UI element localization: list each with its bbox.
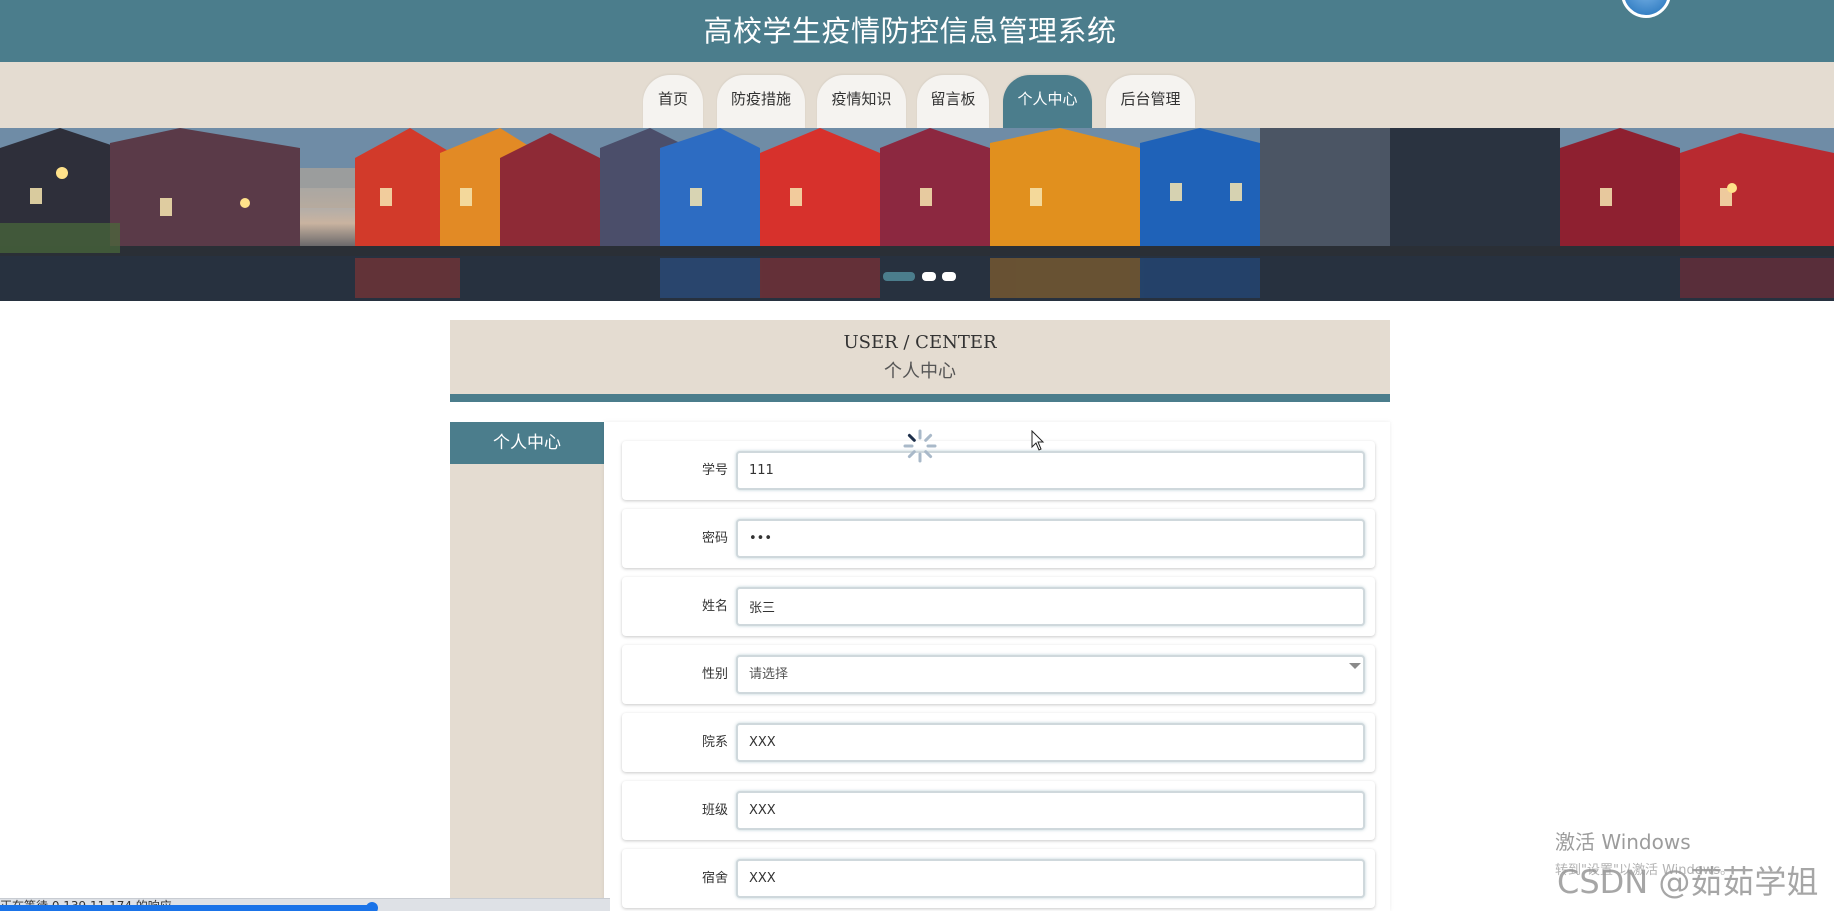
carousel-dot[interactable] [883, 272, 915, 281]
nav-item-admin[interactable]: 后台管理 [1106, 75, 1195, 128]
windows-activation-title: 激活 Windows [1555, 830, 1691, 854]
dormitory-input[interactable] [736, 859, 1365, 898]
banner-image [0, 128, 1834, 301]
field-label: 姓名 [701, 599, 728, 614]
nav-bar: 首页 防疫措施 疫情知识 留言板 个人中心 后台管理 [0, 62, 1834, 128]
load-progress-bar [0, 905, 372, 911]
nav-item-home[interactable]: 首页 [643, 75, 703, 128]
field-label: 密码 [701, 531, 728, 546]
name-input[interactable] [736, 587, 1365, 626]
sidebar-item-user-center[interactable]: 个人中心 [450, 422, 604, 464]
nav-item-prevention[interactable]: 防疫措施 [717, 75, 805, 128]
form-row-department: 院系 [622, 713, 1375, 772]
load-progress-knob [366, 902, 378, 911]
top-header: 高校学生疫情防控信息管理系统 [0, 0, 1834, 62]
csdn-watermark: CSDN @茹茹学姐 [1557, 863, 1819, 901]
section-heading: USER / CENTER 个人中心 [450, 320, 1390, 402]
form-row-password: 密码 [622, 509, 1375, 568]
nav-item-knowledge[interactable]: 疫情知识 [817, 75, 906, 128]
form-row-dormitory: 宿舍 [622, 849, 1375, 908]
chevron-down-icon[interactable] [1349, 663, 1361, 669]
mouse-cursor-icon [1031, 430, 1045, 451]
gender-select[interactable]: 请选择 [736, 655, 1365, 694]
field-label: 性别 [701, 667, 728, 682]
field-label: 班级 [701, 803, 728, 818]
nav-item-message-board[interactable]: 留言板 [917, 75, 989, 128]
carousel-dot[interactable] [922, 272, 936, 281]
loading-spinner-icon [903, 429, 937, 463]
banner-carousel[interactable] [0, 128, 1834, 301]
department-input[interactable] [736, 723, 1365, 762]
sidebar: 个人中心 [450, 422, 604, 911]
student-id-input[interactable] [736, 451, 1365, 490]
carousel-dot[interactable] [942, 272, 956, 281]
form-row-class: 班级 [622, 781, 1375, 840]
nav-item-user-center[interactable]: 个人中心 [1003, 75, 1092, 128]
section-title-zh: 个人中心 [884, 361, 956, 382]
password-input[interactable] [736, 519, 1365, 558]
form-row-gender: 性别 请选择 [622, 645, 1375, 704]
field-label: 学号 [701, 463, 728, 478]
site-title: 高校学生疫情防控信息管理系统 [703, 14, 1117, 48]
field-label: 宿舍 [701, 871, 728, 886]
class-input[interactable] [736, 791, 1365, 830]
section-title-en: USER / CENTER [843, 332, 997, 353]
profile-form: 学号 密码 姓名 性别 请选择 院系 班级 宿舍 [604, 422, 1390, 911]
form-row-student-id: 学号 [622, 441, 1375, 500]
form-row-name: 姓名 [622, 577, 1375, 636]
field-label: 院系 [701, 735, 728, 750]
